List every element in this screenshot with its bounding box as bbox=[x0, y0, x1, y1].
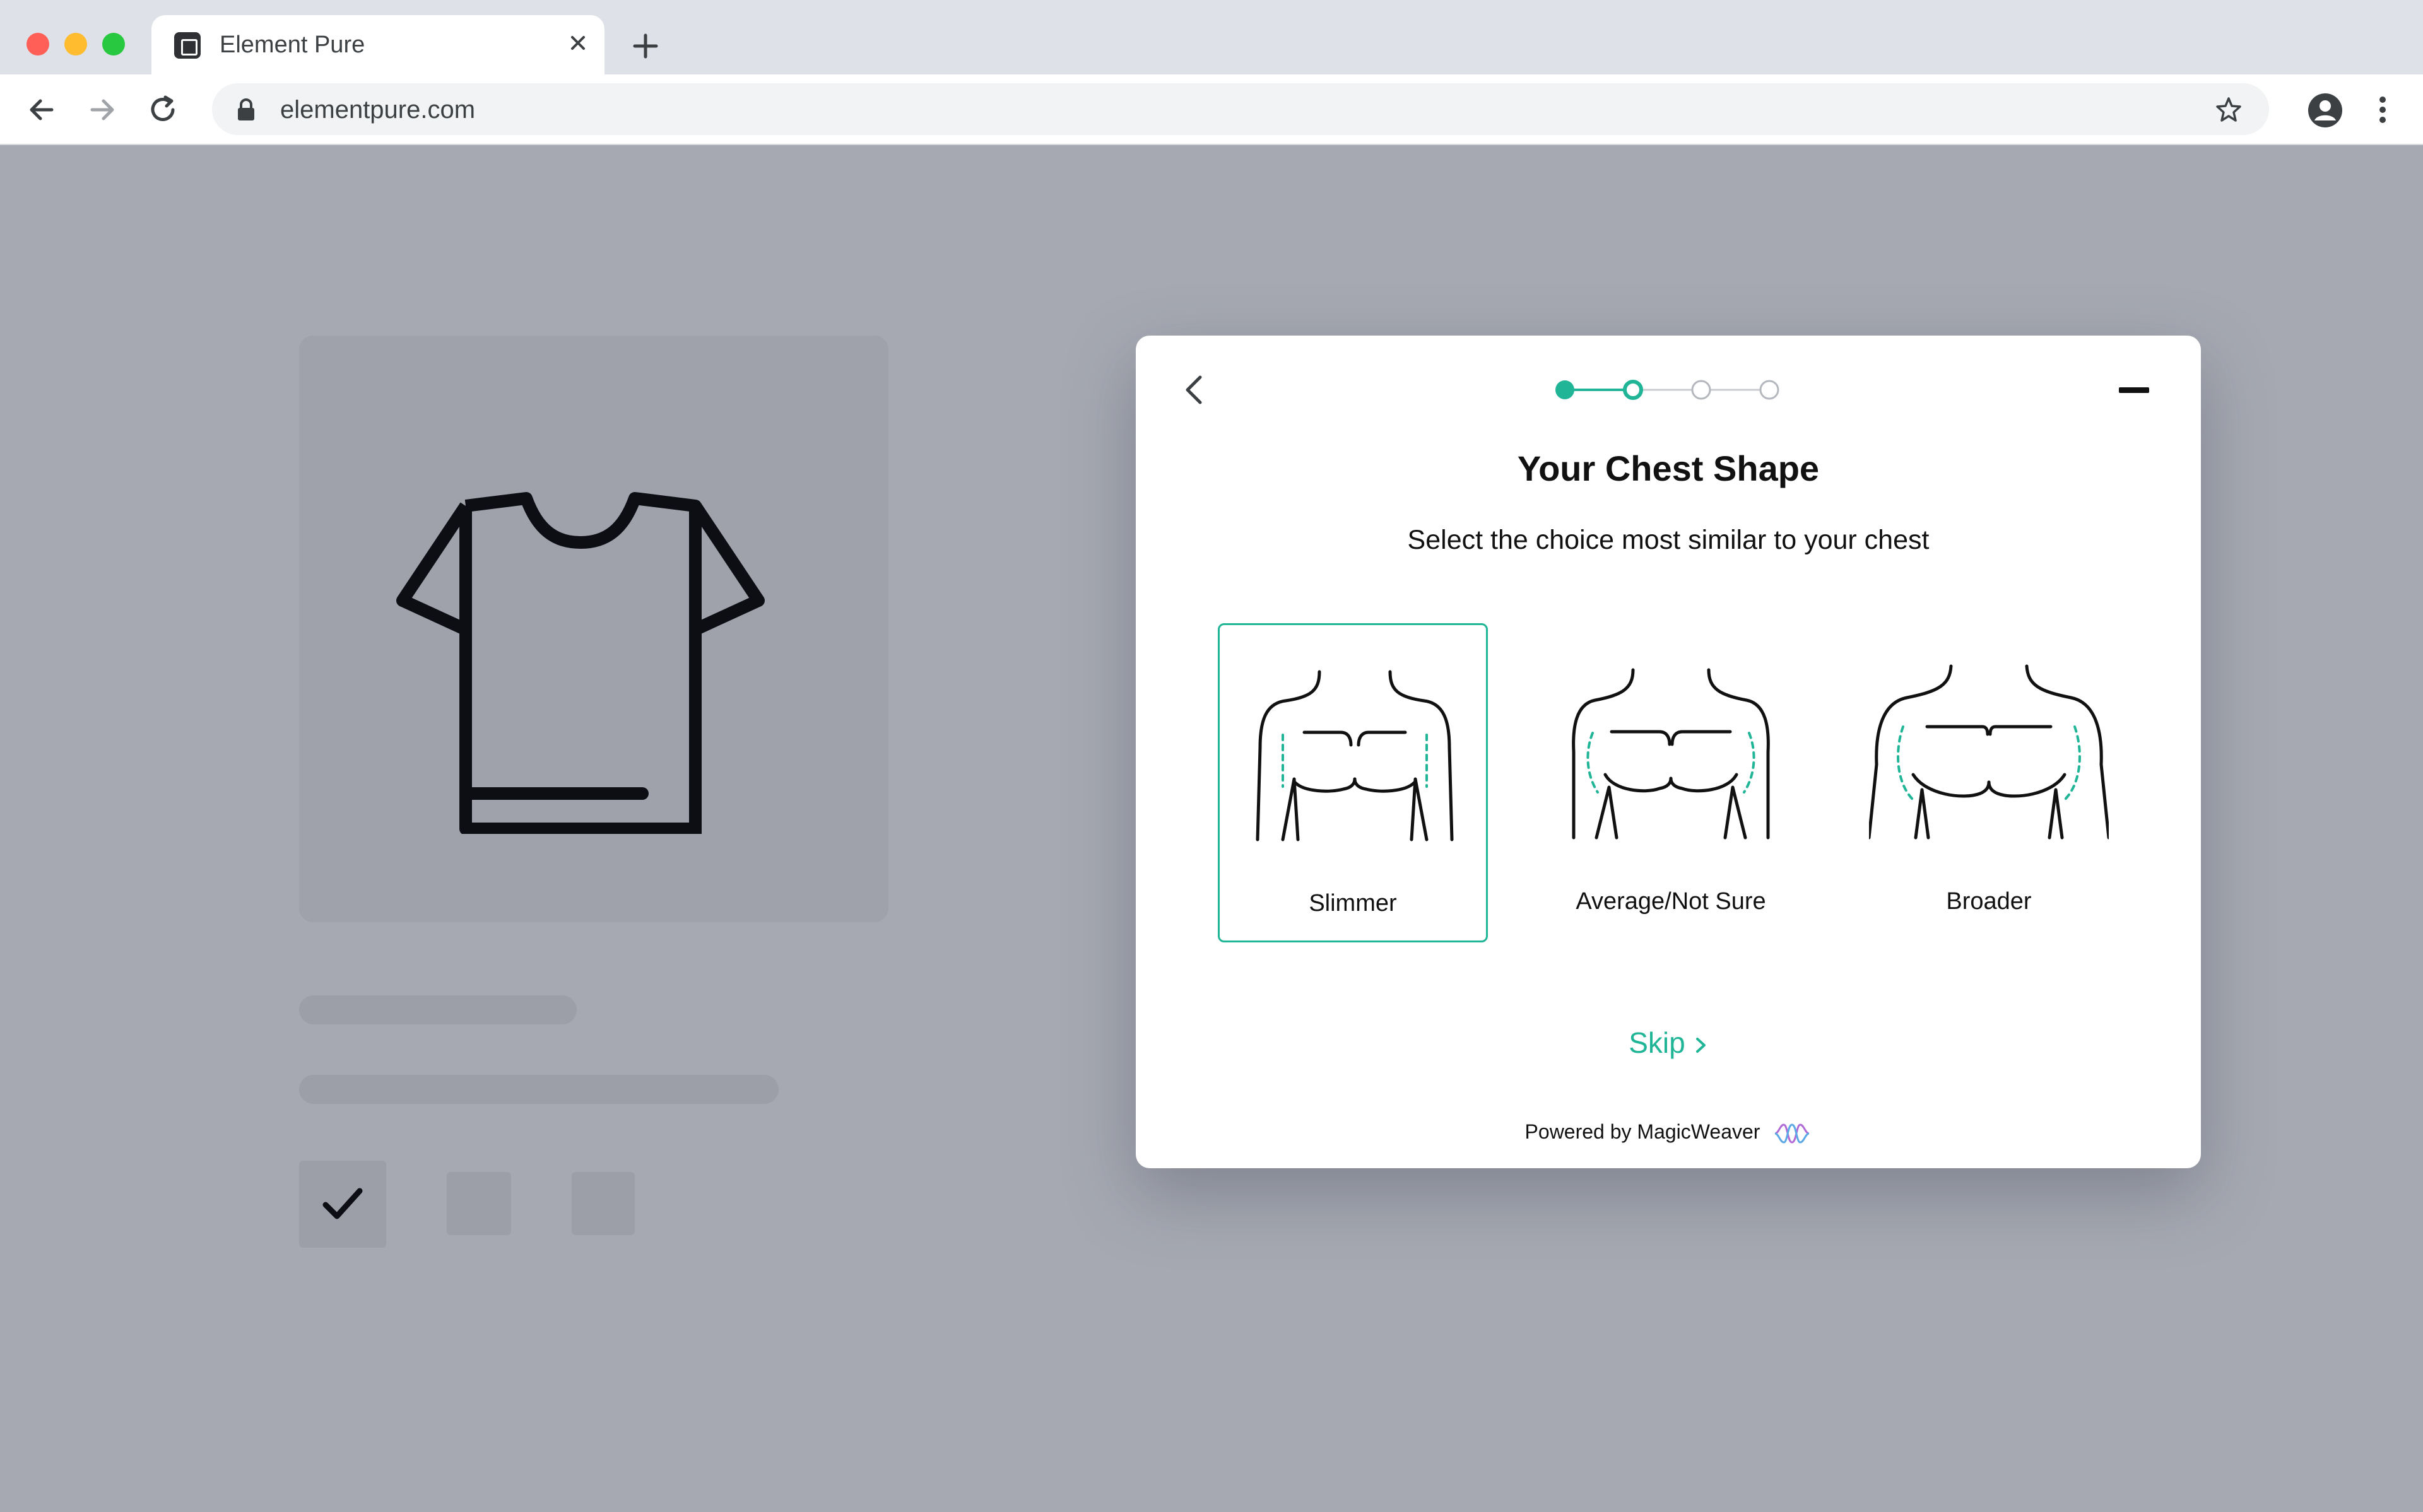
magicweaver-logo-icon bbox=[1775, 1123, 1810, 1144]
powered-by: Powered by MagicWeaver bbox=[1136, 1120, 2201, 1146]
browser-toolbar: elementpure.com bbox=[0, 74, 2423, 145]
option-broader[interactable]: Broader bbox=[1854, 623, 2124, 942]
close-tab-icon[interactable] bbox=[564, 29, 592, 57]
step-3-dot bbox=[1691, 380, 1711, 400]
forward-arrow-icon[interactable] bbox=[85, 92, 120, 127]
step-4-dot bbox=[1759, 380, 1779, 400]
back-chevron-icon[interactable] bbox=[1176, 371, 1214, 409]
powered-by-text: Powered by MagicWeaver bbox=[1524, 1120, 1760, 1143]
window-minimize-button[interactable] bbox=[64, 33, 87, 56]
minimize-button[interactable] bbox=[2119, 387, 2149, 393]
checkmark-icon bbox=[322, 1188, 363, 1219]
chevron-right-icon bbox=[1695, 1037, 1706, 1053]
tshirt-icon bbox=[396, 492, 765, 834]
placeholder-text-line bbox=[299, 995, 577, 1024]
reload-icon[interactable] bbox=[145, 92, 180, 127]
url-text: elementpure.com bbox=[280, 96, 476, 124]
option-slimmer[interactable]: Slimmer bbox=[1218, 623, 1488, 942]
window-zoom-button[interactable] bbox=[102, 33, 125, 56]
profile-avatar-icon[interactable] bbox=[2307, 92, 2343, 129]
slim-chest-illustration bbox=[1256, 670, 1454, 841]
swatch[interactable] bbox=[447, 1172, 511, 1235]
option-label: Broader bbox=[1946, 888, 2032, 915]
chest-shape-modal: Your Chest Shape Select the choice most … bbox=[1136, 336, 2201, 1168]
tab-title: Element Pure bbox=[220, 32, 365, 58]
option-label: Slimmer bbox=[1309, 890, 1397, 917]
bookmark-star-icon[interactable] bbox=[2214, 95, 2244, 125]
step-2-dot bbox=[1623, 380, 1643, 400]
browser-tab[interactable]: Element Pure bbox=[151, 15, 604, 74]
modal-subtitle: Select the choice most similar to your c… bbox=[1407, 525, 1930, 555]
swatch-selected[interactable] bbox=[299, 1161, 386, 1248]
step-1-dot bbox=[1555, 380, 1574, 399]
back-arrow-icon[interactable] bbox=[24, 92, 59, 127]
progress-stepper bbox=[1555, 380, 1779, 400]
browser-menu-icon[interactable] bbox=[2365, 92, 2400, 127]
product-image bbox=[299, 336, 888, 922]
window-close-button[interactable] bbox=[27, 33, 49, 56]
address-bar[interactable]: elementpure.com bbox=[212, 83, 2269, 135]
browser-tab-bar: Element Pure bbox=[0, 0, 2423, 74]
option-label: Average/Not Sure bbox=[1576, 888, 1766, 915]
new-tab-plus-icon[interactable] bbox=[630, 30, 661, 62]
option-average[interactable]: Average/Not Sure bbox=[1536, 623, 1806, 942]
broad-chest-illustration bbox=[1869, 664, 2109, 840]
site-favicon-icon bbox=[174, 32, 201, 59]
modal-title: Your Chest Shape bbox=[1517, 448, 1820, 488]
average-chest-illustration bbox=[1572, 668, 1770, 840]
skip-label: Skip bbox=[1629, 1026, 1685, 1059]
swatch[interactable] bbox=[572, 1172, 635, 1235]
lock-icon bbox=[238, 98, 254, 120]
skip-link[interactable]: Skip bbox=[1136, 1026, 2201, 1060]
placeholder-text-line bbox=[299, 1075, 779, 1104]
